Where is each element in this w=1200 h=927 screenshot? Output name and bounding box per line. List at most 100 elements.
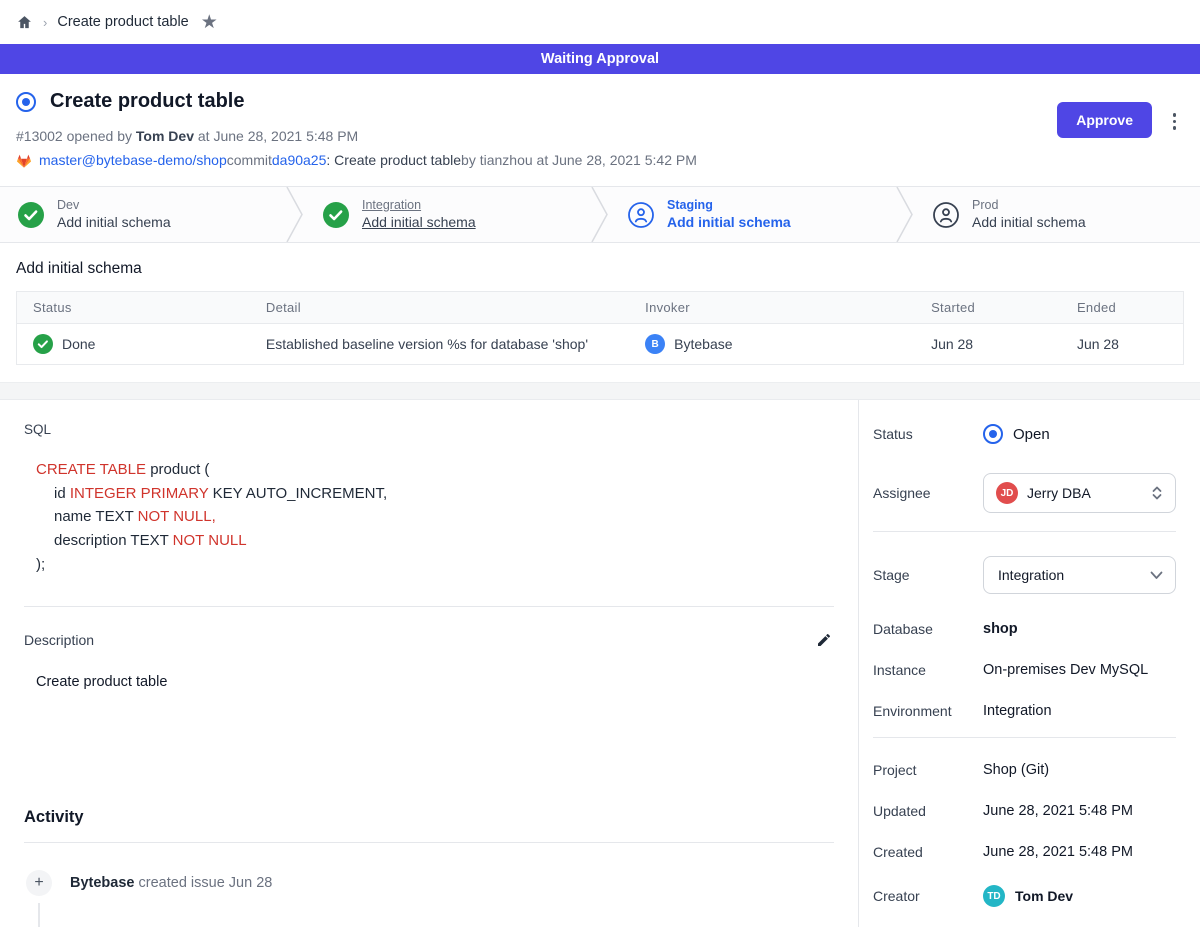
check-circle-icon (18, 202, 44, 228)
task-invoker: Bytebase (674, 336, 732, 352)
task-detail: Established baseline version %s for data… (250, 324, 629, 365)
issue-open-icon (983, 424, 1003, 444)
creator-label: Creator (873, 888, 983, 904)
chevron-down-icon (1150, 571, 1163, 580)
stage-task-label: Add initial schema (362, 213, 476, 232)
stage-task-label: Add initial schema (667, 213, 791, 232)
environment-value: Integration (983, 703, 1052, 719)
sql-label: SQL (24, 422, 834, 437)
instance-label: Instance (873, 662, 983, 678)
activity-item: + Bytebase created issue Jun 28 (24, 870, 834, 896)
person-circle-icon (933, 202, 959, 228)
avatar: TD (983, 885, 1005, 907)
stage-env-label: Dev (57, 197, 171, 214)
stage-staging[interactable]: Staging Add initial schema (610, 187, 895, 242)
creator-value: Tom Dev (1015, 888, 1073, 904)
stage-pipeline: Dev Add initial schema Integration Add i… (0, 186, 1200, 243)
issue-meta: #13002 opened by Tom Dev at June 28, 202… (16, 128, 1184, 144)
stage-task-label: Add initial schema (972, 213, 1086, 232)
status-value: Open (1013, 426, 1050, 443)
project-value: Shop (Git) (983, 762, 1049, 778)
edit-pencil-icon[interactable] (814, 630, 834, 650)
stage-env-label: Prod (972, 197, 1086, 214)
plus-icon: + (26, 870, 52, 896)
branch-link[interactable]: master@bytebase-demo/shop (39, 152, 227, 168)
issue-meta-suffix: at June 28, 2021 5:48 PM (194, 128, 358, 144)
timeline-connector (38, 903, 40, 927)
approve-button[interactable]: Approve (1057, 102, 1152, 138)
task-status: Done (62, 336, 95, 352)
column-header-invoker: Invoker (629, 292, 915, 324)
stage-env-label: Integration (362, 197, 476, 214)
project-label: Project (873, 762, 983, 778)
more-actions-icon[interactable] (1171, 111, 1179, 132)
commit-line: master@bytebase-demo/shop commit da90a25… (16, 152, 1184, 168)
stage-separator-icon (590, 187, 610, 242)
table-row[interactable]: Done Established baseline version %s for… (17, 324, 1184, 365)
stage-env-label: Staging (667, 197, 791, 214)
chevron-updown-icon (1151, 485, 1163, 501)
commit-message: : Create product table (326, 152, 461, 168)
task-table: Status Detail Invoker Started Ended Done… (16, 291, 1184, 365)
created-value: June 28, 2021 5:48 PM (983, 844, 1133, 860)
person-circle-icon (628, 202, 654, 228)
database-label: Database (873, 621, 983, 637)
check-circle-icon (33, 334, 53, 354)
task-section-title: Add initial schema (16, 260, 1184, 278)
divider (24, 606, 834, 607)
task-section: Add initial schema Status Detail Invoker… (0, 243, 1200, 365)
status-label: Status (873, 426, 983, 442)
commit-tail: by tianzhou at June 28, 2021 5:42 PM (461, 152, 697, 168)
assignee-value: Jerry DBA (1027, 485, 1091, 501)
issue-sidebar: Status Open Assignee JD Jerry DBA Stage … (859, 400, 1200, 927)
issue-author: Tom Dev (136, 128, 194, 144)
stage-dev[interactable]: Dev Add initial schema (0, 187, 285, 242)
stage-task-label: Add initial schema (57, 213, 171, 232)
issue-header: Create product table #13002 opened by To… (0, 74, 1200, 186)
commit-hash-link[interactable]: da90a25 (272, 152, 327, 168)
chevron-right-icon: › (43, 15, 47, 30)
breadcrumb: › Create product table ★ (0, 0, 1200, 44)
sql-code: CREATE TABLE product (id INTEGER PRIMARY… (24, 458, 834, 576)
issue-open-icon (16, 92, 36, 112)
stage-label: Stage (873, 567, 983, 583)
stage-separator-icon (285, 187, 305, 242)
updated-label: Updated (873, 803, 983, 819)
column-header-detail: Detail (250, 292, 629, 324)
stage-prod[interactable]: Prod Add initial schema (915, 187, 1200, 242)
issue-meta-prefix: #13002 opened by (16, 128, 136, 144)
stage-integration[interactable]: Integration Add initial schema (305, 187, 590, 242)
star-icon[interactable]: ★ (201, 13, 218, 32)
column-header-ended: Ended (1061, 292, 1184, 324)
divider (873, 531, 1176, 532)
activity-action: created issue Jun 28 (134, 875, 272, 891)
instance-value: On-premises Dev MySQL (983, 662, 1148, 678)
updated-value: June 28, 2021 5:48 PM (983, 803, 1133, 819)
column-header-started: Started (915, 292, 1061, 324)
environment-label: Environment (873, 703, 983, 719)
commit-word: commit (227, 152, 272, 168)
column-header-status: Status (17, 292, 250, 324)
assignee-label: Assignee (873, 485, 983, 501)
activity-title: Activity (24, 808, 834, 827)
created-label: Created (873, 844, 983, 860)
stage-value: Integration (996, 567, 1064, 583)
stage-separator-icon (895, 187, 915, 242)
activity-actor: Bytebase (70, 875, 134, 891)
avatar: B (645, 334, 665, 354)
home-icon[interactable] (16, 14, 33, 31)
task-started: Jun 28 (915, 324, 1061, 365)
page-title: Create product table (50, 90, 244, 113)
task-ended: Jun 28 (1061, 324, 1184, 365)
stage-select[interactable]: Integration (983, 556, 1176, 594)
assignee-select[interactable]: JD Jerry DBA (983, 473, 1176, 513)
avatar: JD (996, 482, 1018, 504)
description-text: Create product table (24, 674, 834, 690)
status-banner: Waiting Approval (0, 44, 1200, 74)
divider (873, 737, 1176, 738)
breadcrumb-title[interactable]: Create product table (57, 14, 188, 30)
check-circle-icon (323, 202, 349, 228)
divider (24, 842, 834, 843)
main-panel: SQL CREATE TABLE product (id INTEGER PRI… (0, 400, 859, 927)
section-divider-band (0, 382, 1200, 400)
